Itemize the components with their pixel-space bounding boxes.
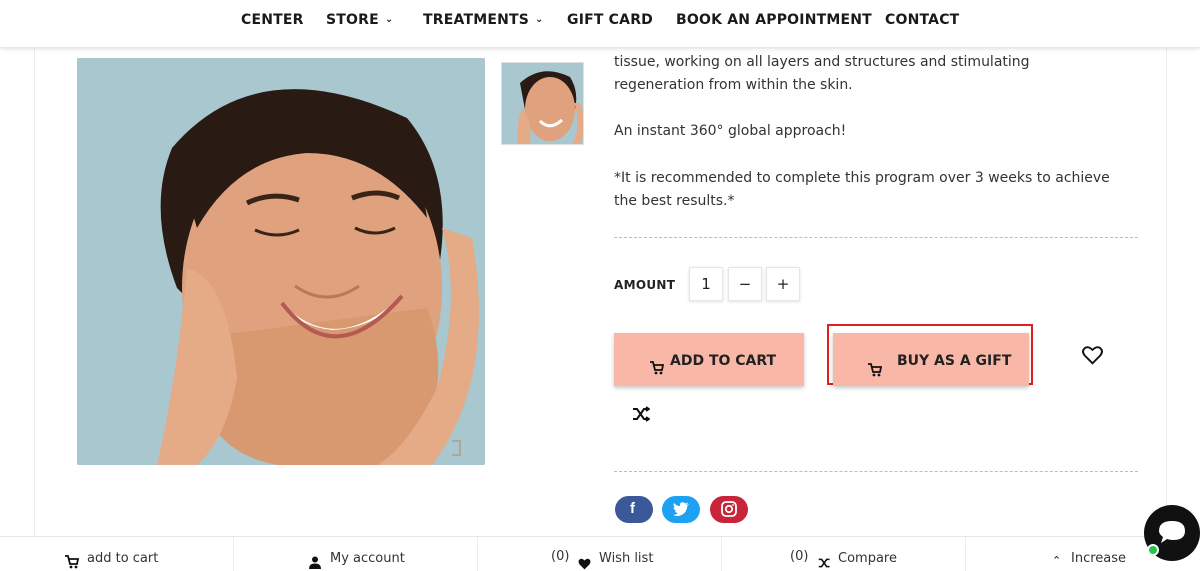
cart-icon: [650, 361, 664, 375]
bottom-compare[interactable]: (0) Compare: [722, 537, 966, 571]
content-border-left: [34, 47, 35, 537]
divider: [614, 237, 1138, 238]
user-icon: [309, 556, 321, 569]
facebook-icon: f: [630, 500, 635, 517]
product-photo-illustration: [77, 58, 485, 465]
bottom-wish-list[interactable]: (0) Wish list: [478, 537, 722, 571]
description-note: *It is recommended to complete this prog…: [614, 170, 1110, 186]
nav-contact[interactable]: CONTACT: [885, 12, 959, 28]
product-thumbnail[interactable]: [501, 62, 584, 145]
nav-treatments[interactable]: TREATMENTS ⌄: [423, 12, 544, 28]
nav-gift-card[interactable]: GIFT CARD: [567, 12, 653, 28]
shuffle-icon: [818, 558, 830, 568]
nav-book-appointment[interactable]: BOOK AN APPOINTMENT: [676, 12, 872, 28]
compare-count: (0): [790, 549, 809, 564]
product-image[interactable]: [77, 58, 485, 465]
bottom-my-account-label: My account: [330, 551, 405, 566]
add-to-cart-label: ADD TO CART: [670, 353, 777, 369]
buy-as-gift-button[interactable]: BUY AS A GIFT: [833, 333, 1029, 386]
bottom-add-to-cart[interactable]: add to cart: [0, 537, 234, 571]
add-to-cart-button[interactable]: ADD TO CART: [614, 333, 804, 386]
nav-treatments-label: TREATMENTS: [423, 12, 530, 28]
content-border-right: [1166, 47, 1167, 537]
shuffle-compare-icon[interactable]: [632, 406, 650, 422]
divider: [614, 471, 1138, 472]
buy-as-gift-label: BUY AS A GIFT: [897, 353, 1012, 369]
chat-button[interactable]: [1144, 505, 1200, 561]
chevron-down-icon: ⌄: [384, 14, 394, 25]
cart-icon: [868, 363, 882, 377]
chevron-up-icon: ⌃: [1052, 554, 1062, 567]
bottom-toolbar: add to cart My account (0) Wish list (0)…: [0, 536, 1200, 571]
instagram-icon: [721, 501, 737, 517]
description-approach: An instant 360° global approach!: [614, 123, 847, 139]
chat-icon: [1159, 521, 1185, 543]
bottom-increase-label: Increase: [1071, 551, 1127, 566]
description-line: regeneration from within the skin.: [614, 77, 853, 93]
description-note: the best results.*: [614, 193, 735, 209]
heart-icon[interactable]: [1082, 346, 1103, 365]
facebook-share-button[interactable]: f: [615, 496, 653, 523]
twitter-share-button[interactable]: [662, 496, 700, 523]
chevron-down-icon: ⌄: [535, 14, 544, 25]
top-navigation: CENTER STORE ⌄ TREATMENTS ⌄ GIFT CARD BOOK…: [0, 0, 1200, 47]
quantity-increase-button[interactable]: +: [766, 267, 800, 301]
amount-label: AMOUNT: [614, 278, 676, 292]
quantity-decrease-button[interactable]: −: [728, 267, 762, 301]
quantity-input[interactable]: 1: [689, 267, 723, 301]
nav-center[interactable]: CENTER: [241, 12, 304, 28]
wish-list-count: (0): [551, 549, 570, 564]
bottom-wish-list-label: Wish list: [599, 551, 654, 566]
twitter-icon: [673, 502, 689, 516]
online-status-dot: [1147, 544, 1159, 556]
bottom-compare-label: Compare: [838, 551, 897, 566]
heart-icon: [578, 558, 591, 570]
nav-store[interactable]: STORE ⌄: [326, 12, 393, 28]
thumbnail-illustration: [502, 63, 583, 144]
cart-icon: [65, 555, 79, 569]
nav-store-label: STORE: [326, 12, 379, 28]
bottom-add-to-cart-label: add to cart: [87, 551, 159, 566]
bottom-my-account[interactable]: My account: [234, 537, 478, 571]
instagram-share-button[interactable]: [710, 496, 748, 523]
description-line: tissue, working on all layers and struct…: [614, 54, 1030, 70]
